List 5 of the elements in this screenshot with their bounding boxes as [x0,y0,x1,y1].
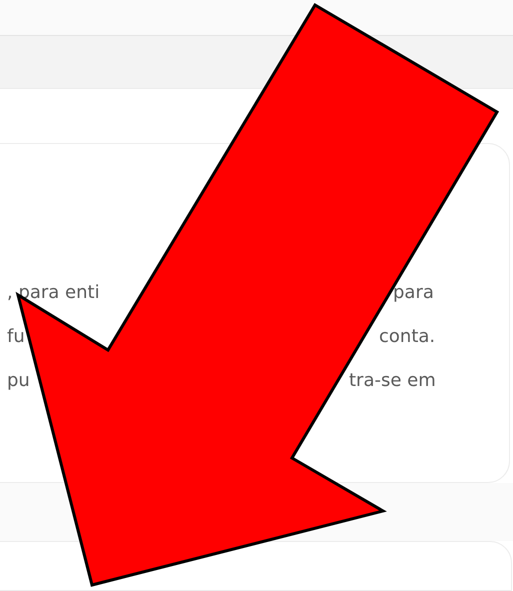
paragraph-text: pu [7,369,30,393]
paragraph-text: tra-se em [349,369,436,393]
paragraph-text: para [393,281,434,305]
paragraph-text: conta. [379,325,436,349]
paragraph-text: fu [7,325,25,349]
